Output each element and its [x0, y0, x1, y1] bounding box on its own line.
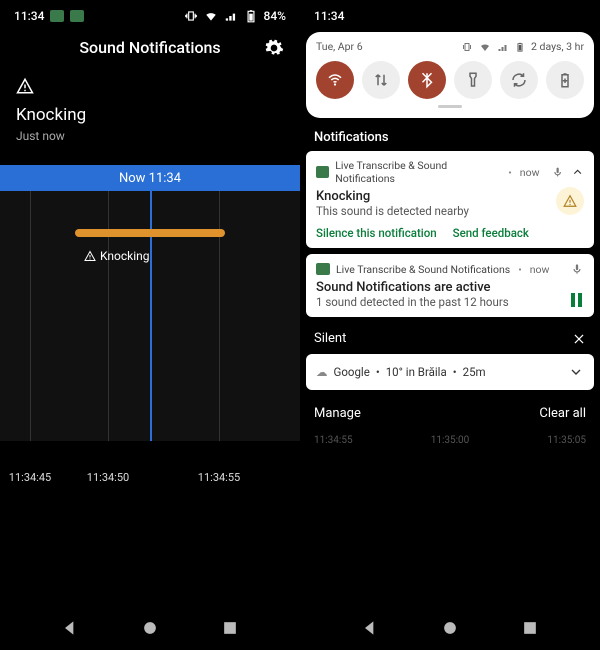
background-axis: 11:34:55 11:35:00 11:35:05	[300, 435, 600, 446]
mic-icon	[570, 262, 584, 276]
app-icon	[316, 263, 330, 275]
battery-icon	[515, 41, 525, 53]
now-indicator-bar[interactable]: Now 11:34	[0, 165, 300, 191]
notif-time: 25m	[463, 365, 486, 379]
mic-icon	[551, 165, 564, 179]
page-title: Sound Notifications	[79, 38, 220, 57]
alert-name: Knocking	[16, 105, 284, 125]
axis-label: 11:34:45	[9, 471, 51, 484]
screenshot-sound-notifications: 11:34 84% Sound Notifications Knocking J…	[0, 0, 300, 650]
cloud-icon: ☁	[316, 365, 328, 379]
notif-time: now	[530, 263, 550, 276]
event-marker[interactable]	[75, 229, 225, 237]
data-arrows-icon	[372, 71, 390, 89]
manage-button[interactable]: Manage	[314, 406, 361, 421]
alert-time: Just now	[16, 129, 284, 143]
qs-flashlight-tile[interactable]	[454, 61, 492, 99]
nav-bar	[0, 606, 300, 650]
home-button[interactable]	[440, 618, 460, 638]
notif-app-name: Live Transcribe & Sound Notifications	[336, 263, 510, 276]
qs-wifi-tile[interactable]	[316, 61, 354, 99]
app-icon	[316, 166, 329, 178]
wifi-icon	[479, 41, 491, 53]
qs-data-tile[interactable]	[362, 61, 400, 99]
pause-icon[interactable]	[571, 293, 582, 307]
back-button[interactable]	[360, 618, 380, 638]
timeline-tick	[30, 191, 31, 441]
vibrate-icon	[184, 9, 198, 23]
wifi-icon	[204, 9, 218, 23]
nav-bar	[300, 606, 600, 650]
notif-body: This sound is detected nearby	[316, 204, 584, 218]
notif-body: 1 sound detected in the past 12 hours	[316, 295, 584, 309]
axis-label: 11:34:50	[87, 471, 129, 484]
recents-button[interactable]	[220, 618, 240, 638]
warning-icon	[84, 250, 96, 262]
quick-settings-panel[interactable]: Tue, Apr 6 2 days, 3 hr	[306, 32, 594, 118]
notification-active[interactable]: Live Transcribe & Sound Notifications no…	[306, 254, 594, 317]
status-battery: 84%	[264, 9, 286, 23]
bluetooth-icon	[418, 71, 436, 89]
chevron-up-icon[interactable]	[571, 165, 584, 179]
notif-title: Knocking	[316, 189, 584, 204]
qs-battery-estimate: 2 days, 3 hr	[531, 40, 584, 53]
gear-icon[interactable]	[264, 38, 284, 58]
status-bar: 11:34 84%	[0, 0, 300, 28]
qs-date: Tue, Apr 6	[316, 40, 363, 53]
wifi-icon	[326, 71, 344, 89]
status-app-icon	[50, 10, 64, 22]
drag-handle[interactable]	[438, 105, 462, 108]
status-bar: 11:34	[300, 0, 600, 28]
screenshot-notification-shade: 11:34 Tue, Apr 6 2 days, 3 hr Notificati…	[300, 0, 600, 650]
last-alert: Knocking Just now	[0, 77, 300, 143]
battery-saver-icon	[556, 71, 574, 89]
warning-badge	[556, 187, 584, 215]
vibrate-icon	[461, 41, 473, 53]
action-feedback[interactable]: Send feedback	[453, 226, 529, 240]
qs-battery-saver-tile[interactable]	[546, 61, 584, 99]
axis-label: 11:34:55	[198, 471, 240, 484]
notification-google-weather[interactable]: ☁ Google • 10° in Brăila • 25m	[306, 354, 594, 390]
close-icon[interactable]	[572, 332, 586, 346]
chevron-down-icon[interactable]	[568, 364, 584, 380]
recents-button[interactable]	[520, 618, 540, 638]
status-time: 11:34	[314, 9, 344, 23]
flashlight-icon	[464, 71, 482, 89]
silent-section: Silent	[300, 323, 600, 354]
event-label: Knocking	[84, 249, 150, 263]
shade-footer: Manage Clear all	[300, 396, 600, 431]
timeline[interactable]: Knocking 11:34:45 11:34:50 11:34:55	[0, 191, 300, 441]
notifications-header: Notifications	[300, 124, 600, 151]
clear-all-button[interactable]: Clear all	[539, 406, 586, 421]
back-button[interactable]	[60, 618, 80, 638]
home-button[interactable]	[140, 618, 160, 638]
battery-icon	[244, 9, 258, 23]
sync-icon	[510, 71, 528, 89]
warning-icon	[563, 194, 577, 208]
notif-title: Sound Notifications are active	[316, 280, 584, 295]
notif-time: now	[520, 166, 540, 179]
status-app-icon	[70, 10, 84, 22]
notif-app-name: Live Transcribe & Sound Notifications	[335, 159, 500, 185]
signal-icon	[497, 41, 509, 53]
notif-app-name: Google	[334, 365, 370, 379]
action-silence[interactable]: Silence this notification	[316, 226, 437, 240]
weather-text: 10° in Brăila	[386, 365, 447, 379]
status-time: 11:34	[14, 9, 44, 23]
qs-bluetooth-tile[interactable]	[408, 61, 446, 99]
title-bar: Sound Notifications	[0, 28, 300, 77]
notification-knocking[interactable]: Live Transcribe & Sound Notifications no…	[306, 151, 594, 248]
qs-rotate-tile[interactable]	[500, 61, 538, 99]
signal-icon	[224, 9, 238, 23]
silent-label: Silent	[314, 331, 346, 346]
warning-icon	[16, 77, 34, 95]
